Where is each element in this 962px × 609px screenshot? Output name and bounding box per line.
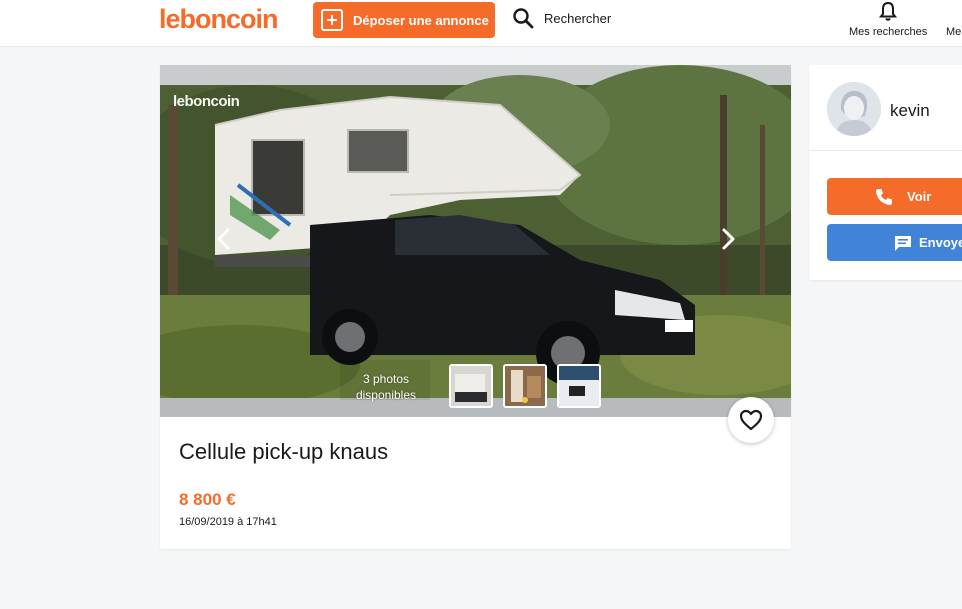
listing-photo[interactable]: leboncoin 3 photos disponibles bbox=[160, 65, 791, 417]
photo-thumbnail[interactable] bbox=[503, 364, 547, 408]
favorite-button[interactable] bbox=[728, 397, 774, 443]
saved-searches-label: Mes recherches bbox=[849, 26, 928, 38]
photos-count-line1: 3 photos bbox=[362, 372, 410, 386]
listing-price: 8 800 € bbox=[179, 490, 236, 509]
seller-card: kevin Voir Envoyer bbox=[809, 65, 962, 280]
thumbnail-image bbox=[559, 366, 599, 406]
previous-photo-button[interactable] bbox=[212, 225, 236, 253]
search-icon bbox=[513, 8, 534, 29]
search-label: Rechercher bbox=[544, 10, 612, 26]
top-header: leboncoin Déposer une annonce Rechercher… bbox=[0, 0, 962, 47]
next-header-label: Me bbox=[946, 26, 962, 38]
chevron-left-icon bbox=[217, 228, 230, 250]
listing-card: leboncoin 3 photos disponibles Cellule p… bbox=[160, 65, 791, 549]
show-phone-button[interactable]: Voir bbox=[827, 178, 962, 215]
listing-date: 16/09/2019 à 17h41 bbox=[179, 516, 277, 528]
next-photo-button[interactable] bbox=[716, 225, 740, 253]
avatar[interactable] bbox=[827, 82, 881, 136]
show-phone-label: Voir bbox=[907, 189, 932, 204]
photo-watermark: leboncoin bbox=[173, 93, 240, 110]
photo-thumbnail[interactable] bbox=[449, 364, 493, 408]
message-icon bbox=[895, 236, 911, 251]
photos-count: 3 photos disponibles bbox=[346, 371, 426, 403]
heart-icon bbox=[739, 409, 763, 431]
thumbnail-image bbox=[451, 366, 491, 406]
next-header-item[interactable]: Me bbox=[946, 0, 962, 47]
post-ad-label: Déposer une annonce bbox=[353, 12, 489, 28]
bell-icon bbox=[879, 1, 897, 21]
seller-name[interactable]: kevin bbox=[890, 101, 930, 121]
phone-icon bbox=[876, 189, 892, 205]
seller-divider bbox=[809, 150, 962, 151]
site-logo[interactable]: leboncoin bbox=[159, 4, 278, 35]
user-avatar-icon bbox=[827, 82, 881, 136]
search-button[interactable]: Rechercher bbox=[512, 7, 611, 29]
thumbnail-image bbox=[505, 366, 545, 406]
chevron-right-icon bbox=[722, 228, 735, 250]
photo-thumbnail[interactable] bbox=[557, 364, 601, 408]
listing-title: Cellule pick-up knaus bbox=[179, 439, 389, 464]
photos-count-line2: disponibles bbox=[355, 388, 417, 402]
plus-icon bbox=[321, 9, 343, 31]
send-message-label: Envoyer bbox=[919, 235, 962, 250]
post-ad-button[interactable]: Déposer une annonce bbox=[313, 2, 495, 38]
send-message-button[interactable]: Envoyer bbox=[827, 224, 962, 261]
